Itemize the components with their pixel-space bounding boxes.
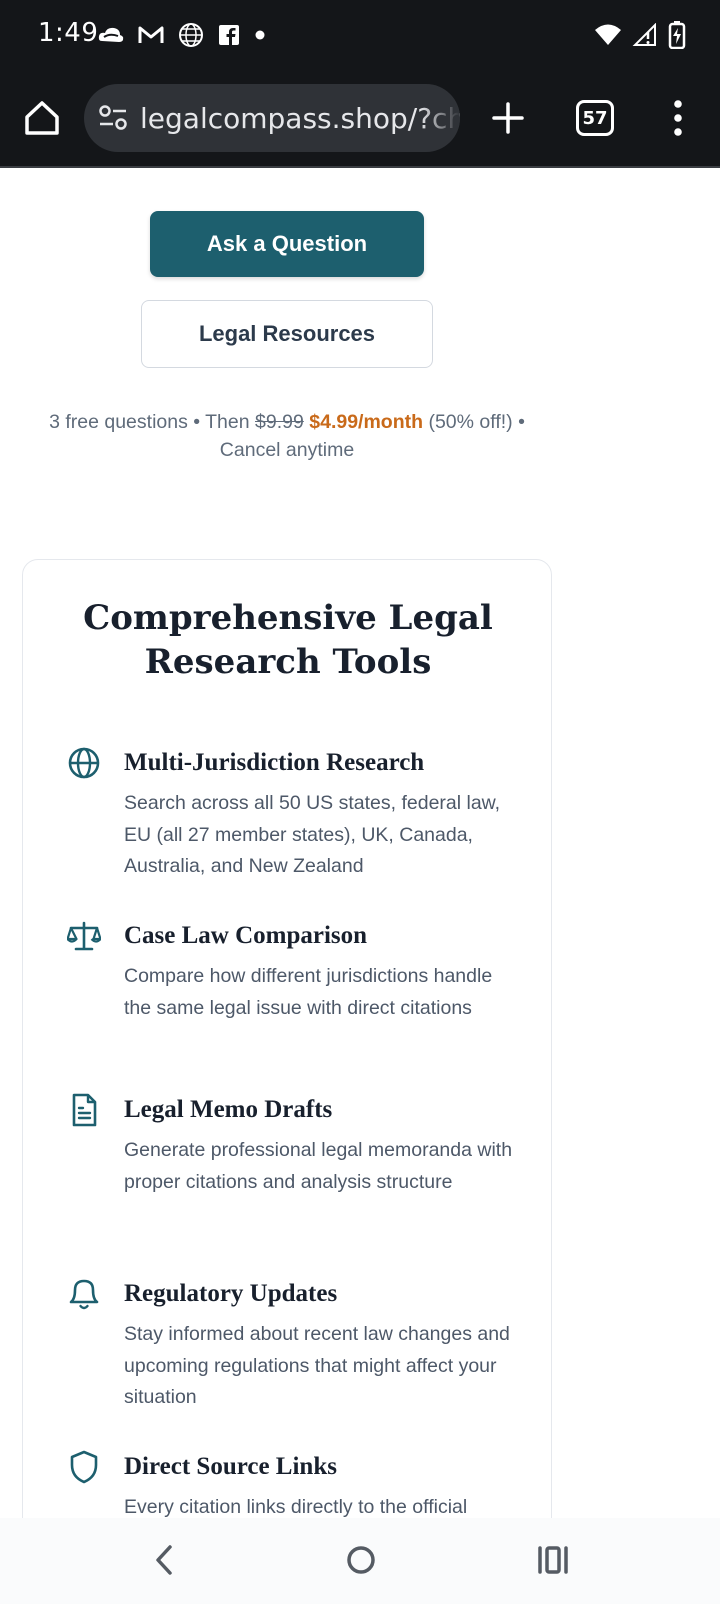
feature-title: Direct Source Links: [124, 1453, 337, 1480]
more-menu-icon[interactable]: [664, 98, 692, 138]
site-settings-icon[interactable]: [98, 104, 128, 132]
recents-icon[interactable]: [536, 1542, 570, 1578]
pricing-suffix: Cancel anytime: [219, 439, 355, 461]
battery-charging-icon: [668, 21, 686, 49]
tab-switcher-button[interactable]: 57: [576, 100, 614, 136]
home-nav-icon[interactable]: [344, 1542, 378, 1578]
shield-icon: [70, 1450, 98, 1484]
features-title-line1: Comprehensive Legal: [83, 598, 493, 638]
ask-question-button[interactable]: Ask a Question: [150, 211, 424, 277]
dot-icon: [255, 30, 265, 40]
page-content: Ask a Question Legal Resources 3 free qu…: [0, 170, 720, 1518]
status-time: 1:49: [38, 18, 99, 48]
cloud-icon: [98, 27, 124, 42]
system-nav-bar: [0, 1518, 720, 1604]
feature-description: Generate professional legal memoranda wi…: [124, 1139, 513, 1193]
browser-toolbar: legalcompass.shop/?cha 57: [0, 72, 720, 168]
home-icon[interactable]: [22, 98, 62, 138]
globe-icon: [179, 23, 203, 47]
old-price: $9.99: [255, 411, 304, 433]
document-icon: [72, 1093, 97, 1127]
feature-title: Multi-Jurisdiction Research: [124, 749, 425, 776]
feature-description: Search across all 50 US states, federal …: [124, 792, 501, 877]
gmail-icon: [138, 26, 164, 43]
legal-resources-button[interactable]: Legal Resources: [141, 300, 433, 368]
signal-icon: [632, 23, 656, 46]
address-bar[interactable]: legalcompass.shop/?cha: [84, 84, 460, 152]
features-title-line2: Research Tools: [144, 642, 432, 682]
bell-icon: [69, 1279, 99, 1310]
features-card: Comprehensive Legal Research Tools Multi…: [22, 559, 552, 1518]
facebook-icon: [219, 25, 239, 45]
feature-title: Legal Memo Drafts: [124, 1096, 333, 1123]
system-icons: [594, 20, 686, 50]
new-price: $4.99/month: [309, 411, 424, 433]
feature-description: Every citation links directly to the off…: [124, 1496, 468, 1518]
feature-title: Case Law Comparison: [124, 922, 368, 949]
discount-label: (50% off!) •: [428, 411, 525, 433]
status-bar: 1:49: [0, 0, 720, 72]
pricing-prefix: 3 free questions • Then: [49, 411, 250, 433]
scale-icon: [67, 921, 101, 951]
url-fade: [420, 84, 460, 152]
pricing-text: 3 free questions • Then $9.99 $4.99/mont…: [0, 408, 574, 464]
back-icon[interactable]: [150, 1542, 180, 1578]
feature-description: Stay informed about recent law changes a…: [124, 1323, 510, 1408]
features-title: Comprehensive Legal Research Tools: [23, 596, 553, 684]
notification-icons: [98, 20, 266, 50]
new-tab-icon[interactable]: [488, 98, 528, 138]
globe-icon: [68, 747, 100, 779]
feature-description: Compare how different jurisdictions hand…: [124, 965, 493, 1019]
wifi-icon: [595, 24, 621, 45]
feature-title: Regulatory Updates: [124, 1280, 338, 1307]
tab-count: 57: [582, 107, 608, 129]
url-text[interactable]: legalcompass.shop/?cha: [140, 102, 460, 135]
